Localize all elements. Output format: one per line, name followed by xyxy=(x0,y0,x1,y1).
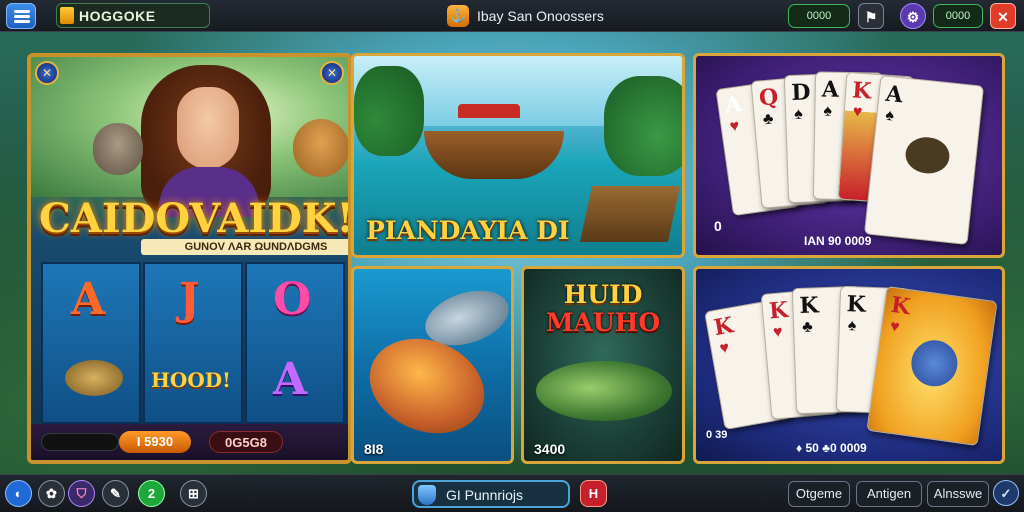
game-tile-featured-slot[interactable]: ✕ ✕ CAIDOVAIDK! GUNOV ΛAR ΩUNDΛDGMS A J … xyxy=(27,53,352,464)
card-suit-icon: ♥ xyxy=(718,339,731,358)
top-bar: HOGGOKE ⚓ Ibay San Onoossers 0000 ⚑ ⚙ 00… xyxy=(0,0,1024,32)
game-subtitle: MAUHO xyxy=(545,308,661,337)
tab-button-3[interactable]: Alnsswe xyxy=(927,481,989,507)
win-amount: 3400 xyxy=(534,441,566,457)
card-suit-icon: ♥ xyxy=(772,323,784,342)
card-suit-icon: ♥ xyxy=(852,103,863,121)
hamburger-menu-icon[interactable] xyxy=(6,3,36,29)
palm-tree-art xyxy=(604,76,682,176)
palm-tree-art xyxy=(354,66,424,156)
card-rank: K xyxy=(846,291,867,318)
edit-icon[interactable]: ✎ xyxy=(102,480,129,507)
hero-footer: I 5930 0G5G8 xyxy=(31,424,348,460)
card-rank: A xyxy=(821,76,840,103)
reel-symbol: O xyxy=(273,274,312,325)
card-suit-icon: ♠ xyxy=(793,105,803,123)
otter-illustration xyxy=(93,123,143,175)
bottom-bar: ◐ ✿ ⛉ ✎ 2 ⊞ GI Punnriojs H Otgeme Antige… xyxy=(0,474,1024,512)
jackpot-amount: ♦ 50 ♣0 0009 xyxy=(796,441,867,455)
brand-icon xyxy=(60,7,74,24)
reel-symbol: J xyxy=(179,274,200,325)
settings-icon[interactable]: ✿ xyxy=(38,480,65,507)
reel-symbol: HOOD! xyxy=(151,368,231,392)
credit-track xyxy=(41,433,119,451)
hero-character-face xyxy=(177,87,239,169)
close-icon[interactable]: ✕ xyxy=(990,3,1016,29)
search-text: GI Punnriojs xyxy=(446,487,524,503)
flag-icon[interactable]: ⚑ xyxy=(858,3,884,29)
tab-button-1[interactable]: Otgeme xyxy=(788,481,850,507)
card-art xyxy=(903,135,952,176)
card-suit-icon: ♥ xyxy=(728,117,741,136)
corner-ornament-icon: ✕ xyxy=(35,61,59,85)
balance-pill[interactable]: 0000 xyxy=(788,4,850,28)
card-suit-icon: ♠ xyxy=(847,317,857,335)
dock-art xyxy=(580,186,680,242)
game-title: HUID xyxy=(563,280,643,309)
grid-icon[interactable]: ⊞ xyxy=(180,480,207,507)
anchor-icon: ⚓ xyxy=(447,5,469,27)
slot-reel: J HOOD! xyxy=(143,262,243,424)
slot-reel: A xyxy=(41,262,141,424)
win-amount: 8I8 xyxy=(364,441,384,457)
card-rank: K xyxy=(889,291,912,321)
slot-reel: O A xyxy=(245,262,345,424)
card-rank: K xyxy=(768,296,790,325)
card-suit-icon: ♠ xyxy=(884,106,895,125)
brand-badge[interactable]: HOGGOKE xyxy=(56,3,210,28)
card-art xyxy=(908,337,961,390)
card-rank: A xyxy=(884,80,905,109)
card-suit-icon: ♣ xyxy=(762,110,775,129)
jackpot-amount: IAN 90 0009 xyxy=(804,234,872,248)
boat-canopy-art xyxy=(458,104,520,118)
fish-art xyxy=(536,361,672,421)
fish-symbol-icon xyxy=(65,360,123,396)
card-rank: Q xyxy=(757,83,780,112)
game-logo: CAIDOVAIDK! xyxy=(39,195,352,242)
card-suit-icon: ♠ xyxy=(823,102,833,120)
game-tile-leaping-fish[interactable]: 8I8 xyxy=(351,266,514,464)
card-count: 0 39 xyxy=(706,429,728,441)
game-subtitle: GUNOV ΛAR ΩUNDΛDGMS xyxy=(141,239,348,255)
home-icon[interactable]: ◐ xyxy=(5,480,32,507)
cougar-illustration xyxy=(293,119,348,177)
fish-art xyxy=(355,322,499,450)
card-rank: K xyxy=(711,312,736,342)
playing-card: K ♥ xyxy=(866,285,998,447)
gear-icon[interactable]: ⚙ xyxy=(900,3,926,29)
coins-pill[interactable]: 0000 xyxy=(933,4,983,28)
brand-name: HOGGOKE xyxy=(79,8,156,24)
page-title: Ibay San Onoossers xyxy=(477,8,604,24)
card-rank: K xyxy=(798,292,820,319)
check-icon[interactable]: ✓ xyxy=(993,480,1019,506)
playing-card: A ♠ xyxy=(863,75,985,245)
card-count: 0 xyxy=(714,218,722,234)
alert-icon[interactable]: H xyxy=(580,480,607,507)
notification-count-icon[interactable]: 2 xyxy=(138,480,165,507)
tab-button-2[interactable]: Antigen xyxy=(856,481,922,507)
corner-ornament-icon: ✕ xyxy=(320,61,344,85)
shield-icon xyxy=(418,485,436,505)
bet-amount: 0G5G8 xyxy=(209,431,283,453)
win-amount: I 5930 xyxy=(119,431,191,453)
search-bar[interactable]: GI Punnriojs xyxy=(412,480,570,508)
shield-icon[interactable]: ⛉ xyxy=(68,480,95,507)
card-suit-icon: ♥ xyxy=(888,317,901,337)
boat-hull-art xyxy=(424,131,564,179)
card-rank: A xyxy=(723,90,744,120)
game-tile-cards-purple[interactable]: A ♥ Q ♣ D ♠ A ♠ K ♥ A ♠ 0 IAN 90 0009 xyxy=(693,53,1005,258)
card-suit-icon: ♣ xyxy=(801,318,813,336)
game-tile-bass[interactable]: HUID MAUHO 3400 xyxy=(521,266,685,464)
game-tile-fishing-boat[interactable]: PIANDAYIA DI xyxy=(351,53,685,258)
card-rank: K xyxy=(851,77,873,105)
game-tile-cards-blue[interactable]: K ♥ K ♥ K ♣ K ♠ K ♥ 0 39 ♦ 50 ♣0 0009 xyxy=(693,266,1005,464)
game-title: PIANDAYIA DI xyxy=(366,216,570,245)
card-rank: D xyxy=(790,79,811,106)
reel-symbol: A xyxy=(273,354,308,405)
reel-symbol: A xyxy=(71,274,106,325)
